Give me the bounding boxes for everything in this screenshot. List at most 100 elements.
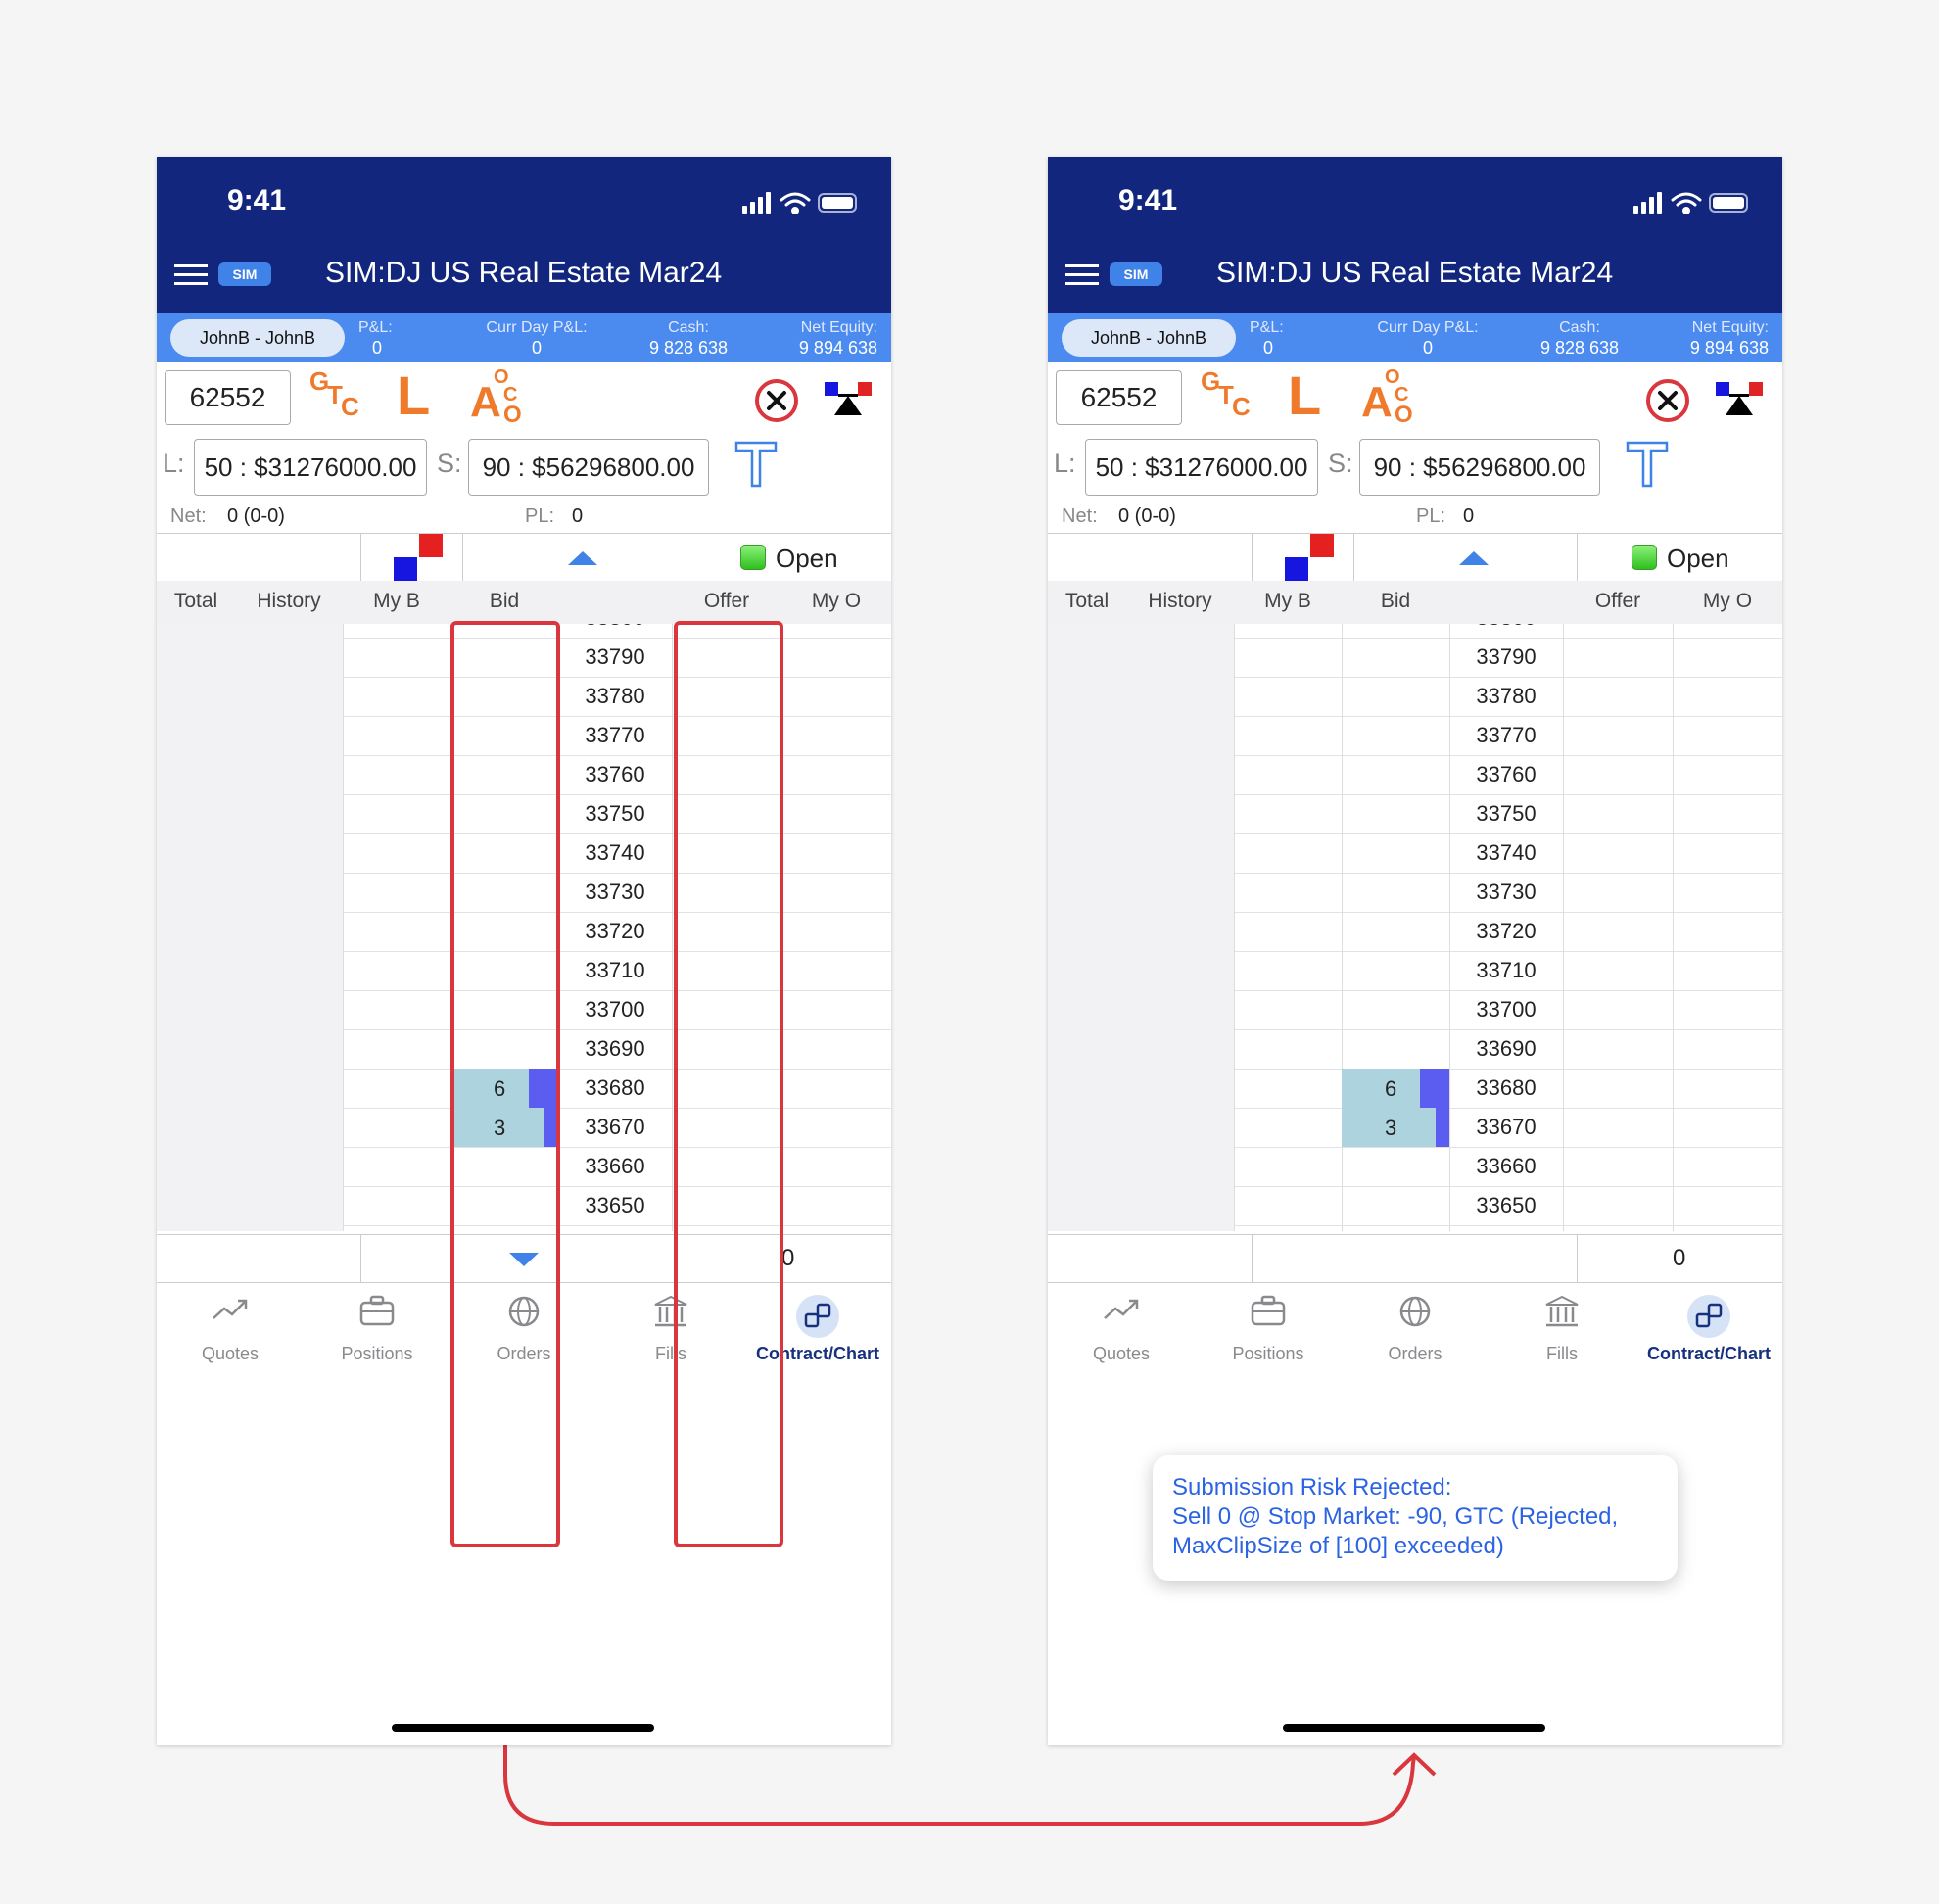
my-bid-cell[interactable] xyxy=(1234,873,1343,912)
my-offer-cell[interactable] xyxy=(781,716,891,755)
total-cell[interactable] xyxy=(1048,1029,1127,1069)
bid-cell[interactable] xyxy=(450,833,559,873)
flatten-position-icon[interactable] xyxy=(1716,382,1763,417)
history-cell[interactable] xyxy=(235,624,344,638)
account-selector[interactable]: JohnB - JohnB xyxy=(1062,319,1236,357)
my-offer-cell[interactable] xyxy=(1673,716,1782,755)
total-cell[interactable] xyxy=(1048,755,1127,794)
my-offer-cell[interactable] xyxy=(781,912,891,951)
my-bid-cell[interactable] xyxy=(343,1108,451,1147)
my-bid-cell[interactable] xyxy=(1234,912,1343,951)
tab-orders[interactable]: Orders xyxy=(1342,1295,1489,1364)
ladder-row[interactable]: 6 33680 xyxy=(1048,1069,1782,1109)
ladder-row[interactable]: 33650 xyxy=(1048,1186,1782,1226)
tab-contract-chart[interactable]: Contract/Chart xyxy=(1635,1295,1782,1364)
total-cell[interactable] xyxy=(157,1029,236,1069)
offer-cell[interactable] xyxy=(672,951,782,990)
my-offer-cell[interactable] xyxy=(781,1069,891,1108)
ladder-row[interactable]: 33690 xyxy=(1048,1029,1782,1070)
ladder-row[interactable]: 3 33670 xyxy=(157,1108,891,1148)
bid-cell[interactable]: 3 xyxy=(1342,1108,1450,1147)
my-bid-cell[interactable] xyxy=(343,1069,451,1108)
my-bid-cell[interactable] xyxy=(343,1225,451,1231)
my-bid-cell[interactable] xyxy=(1234,1108,1343,1147)
total-cell[interactable] xyxy=(1048,1069,1127,1108)
scroll-up-arrow-icon[interactable] xyxy=(1459,551,1489,565)
ladder-row[interactable]: 33720 xyxy=(157,912,891,952)
bid-cell[interactable] xyxy=(450,990,559,1029)
total-cell[interactable] xyxy=(157,1147,236,1186)
tab-contract-chart[interactable]: Contract/Chart xyxy=(744,1295,891,1364)
my-bid-cell[interactable] xyxy=(343,794,451,833)
my-bid-cell[interactable] xyxy=(1234,1029,1343,1069)
offer-cell[interactable] xyxy=(1563,1225,1674,1231)
bid-cell[interactable] xyxy=(450,1186,559,1225)
bid-cell[interactable] xyxy=(1342,624,1450,638)
offer-cell[interactable] xyxy=(1563,873,1674,912)
quantity-input[interactable]: 62552 xyxy=(165,370,291,425)
history-cell[interactable] xyxy=(235,1225,344,1231)
history-cell[interactable] xyxy=(1126,638,1235,677)
bid-cell[interactable] xyxy=(450,912,559,951)
cancel-all-icon[interactable] xyxy=(1645,378,1690,423)
bid-cell[interactable] xyxy=(450,624,559,638)
ladder-row[interactable]: 33690 xyxy=(157,1029,891,1070)
bid-cell[interactable] xyxy=(450,755,559,794)
history-cell[interactable] xyxy=(1126,677,1235,716)
tab-fills[interactable]: Fills xyxy=(597,1295,744,1364)
offer-cell[interactable] xyxy=(1563,638,1674,677)
ladder-row[interactable]: 3 33670 xyxy=(1048,1108,1782,1148)
total-cell[interactable] xyxy=(1048,833,1127,873)
my-offer-cell[interactable] xyxy=(1673,1186,1782,1225)
ladder-row[interactable]: 33730 xyxy=(1048,873,1782,913)
ladder-row[interactable]: 33700 xyxy=(1048,990,1782,1030)
history-cell[interactable] xyxy=(1126,873,1235,912)
offer-cell[interactable] xyxy=(672,638,782,677)
history-cell[interactable] xyxy=(235,716,344,755)
history-cell[interactable] xyxy=(1126,833,1235,873)
total-cell[interactable] xyxy=(157,1225,236,1231)
hamburger-menu-icon[interactable] xyxy=(1065,262,1099,288)
my-offer-cell[interactable] xyxy=(1673,1147,1782,1186)
bid-cell[interactable] xyxy=(1342,912,1450,951)
bid-cell[interactable] xyxy=(1342,638,1450,677)
bid-cell[interactable] xyxy=(1342,677,1450,716)
scroll-down-arrow-icon[interactable] xyxy=(509,1253,539,1266)
total-cell[interactable] xyxy=(157,755,236,794)
total-cell[interactable] xyxy=(157,1069,236,1108)
ladder-row[interactable]: 33800 xyxy=(1048,624,1782,639)
aoc-button[interactable]: A O C O xyxy=(1359,366,1428,429)
my-offer-cell[interactable] xyxy=(1673,912,1782,951)
history-cell[interactable] xyxy=(1126,1069,1235,1108)
ladder-row[interactable]: 33640 xyxy=(1048,1225,1782,1231)
total-cell[interactable] xyxy=(157,990,236,1029)
tab-fills[interactable]: Fills xyxy=(1489,1295,1635,1364)
bid-cell[interactable] xyxy=(450,1225,559,1231)
offer-cell[interactable] xyxy=(1563,912,1674,951)
history-cell[interactable] xyxy=(1126,990,1235,1029)
my-offer-cell[interactable] xyxy=(781,1147,891,1186)
center-ladder-icon[interactable] xyxy=(386,534,445,581)
my-offer-cell[interactable] xyxy=(781,1225,891,1231)
my-bid-cell[interactable] xyxy=(1234,833,1343,873)
my-offer-cell[interactable] xyxy=(1673,1029,1782,1069)
history-cell[interactable] xyxy=(1126,755,1235,794)
bid-cell[interactable] xyxy=(1342,1029,1450,1069)
my-bid-cell[interactable] xyxy=(343,624,451,638)
gtc-button[interactable]: G T C xyxy=(309,366,368,425)
offer-cell[interactable] xyxy=(1563,677,1674,716)
offer-cell[interactable] xyxy=(672,755,782,794)
my-offer-cell[interactable] xyxy=(1673,1225,1782,1231)
my-offer-cell[interactable] xyxy=(1673,1069,1782,1108)
ladder-row[interactable]: 33770 xyxy=(1048,716,1782,756)
bid-cell[interactable] xyxy=(1342,833,1450,873)
text-mode-icon[interactable] xyxy=(734,439,778,488)
my-offer-cell[interactable] xyxy=(781,951,891,990)
limit-order-button[interactable]: L xyxy=(397,368,430,423)
my-bid-cell[interactable] xyxy=(343,951,451,990)
my-bid-cell[interactable] xyxy=(343,1147,451,1186)
bid-cell[interactable] xyxy=(450,1029,559,1069)
ladder-row[interactable]: 33640 xyxy=(157,1225,891,1231)
ladder-row[interactable]: 33770 xyxy=(157,716,891,756)
my-offer-cell[interactable] xyxy=(781,833,891,873)
